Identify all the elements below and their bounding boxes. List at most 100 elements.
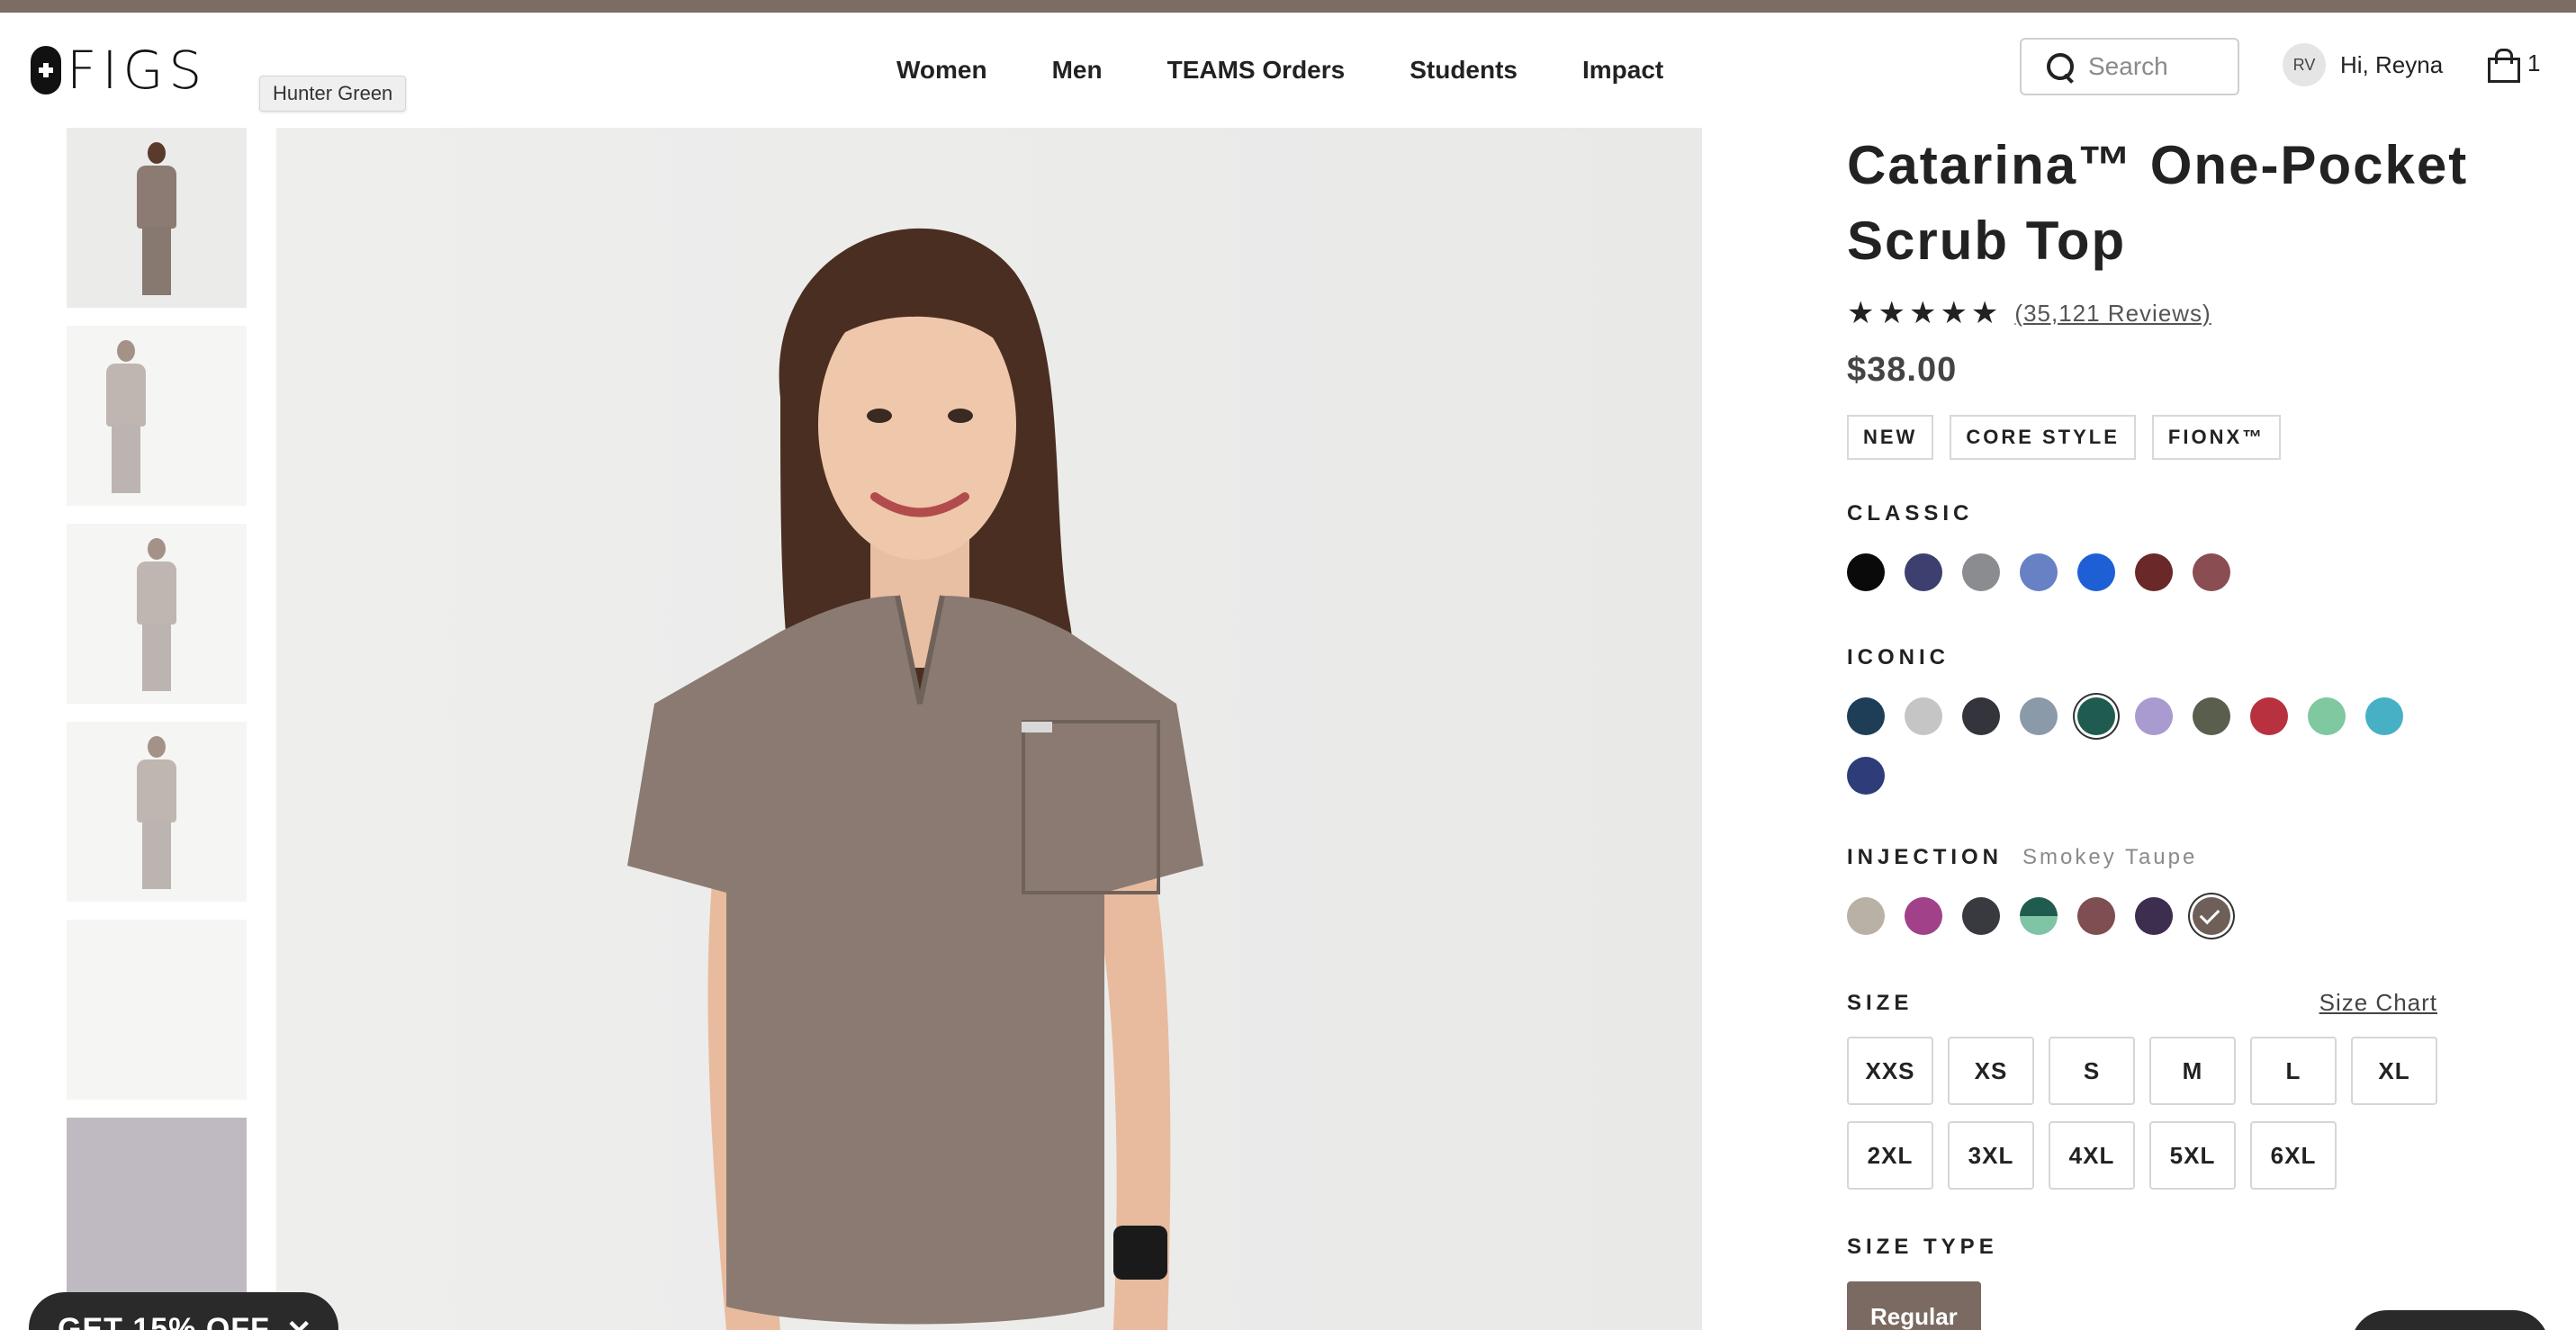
color-tooltip: Hunter Green [259,76,407,112]
thumbnail-figure [131,736,182,889]
user-greeting[interactable]: Hi, Reyna [2340,49,2443,81]
star-rating-icon: ★★★★★ [1847,296,2003,330]
product-info: Catarina™ One-Pocket Scrub Top ★★★★★ (35… [1847,128,2477,1330]
size-type-label: SIZE TYPE [1847,1235,1998,1259]
thumbnail-figure [131,142,182,295]
size-section: SIZE Size Chart XXS XS S M L XL 2XL 3XL 4XL 5XL 6X… [1847,989,2477,1190]
shopping-bag-icon [2488,49,2520,83]
close-icon[interactable]: ✕ [286,1314,313,1330]
size-label: SIZE [1847,990,1914,1015]
nav-item-students[interactable]: Students [1410,52,1518,88]
size-option-button[interactable]: M [2149,1037,2236,1105]
logo-text: FIGS [67,40,208,101]
product-title-line-1: Catarina™ One-Pocket [1847,135,2469,195]
size-option-button[interactable]: S [2049,1037,2135,1105]
main-product-image [276,128,1702,1330]
injection-color-swatch[interactable] [2193,897,2230,935]
thumbnail-figure [131,538,182,691]
injection-color-swatch[interactable] [2020,897,2058,935]
classic-color-swatch[interactable] [1962,553,2000,591]
size-option-button[interactable]: L [2250,1037,2337,1105]
thumbnail-side[interactable] [67,524,247,704]
iconic-color-swatch[interactable] [2193,697,2230,735]
iconic-color-swatch[interactable] [1962,697,2000,735]
classic-color-swatch[interactable] [2193,553,2230,591]
classic-color-swatch[interactable] [2135,553,2173,591]
nav-item-women[interactable]: Women [896,52,987,88]
figs-cross-icon [31,46,61,94]
product-price: $38.00 [1847,351,1958,389]
product-badges: NEW CORE STYLE FIONX™ [1847,415,2477,460]
classic-swatches [1847,553,2441,591]
nav-item-teams-orders[interactable]: TEAMS Orders [1167,52,1346,88]
thumbnail-front[interactable] [67,128,247,308]
nav-item-impact[interactable]: Impact [1582,52,1663,88]
badge-fionx: FIONX™ [2151,415,2282,460]
size-option-button[interactable]: XL [2351,1037,2437,1105]
shopping-bag-button[interactable]: 1 [2488,49,2541,83]
size-option-button[interactable]: XS [1948,1037,2034,1105]
injection-color-swatch[interactable] [2077,897,2115,935]
size-option-button[interactable]: 5XL [2149,1121,2236,1190]
bag-count: 1 [2527,49,2541,76]
promo-text: GET 15% OFF [58,1312,270,1330]
size-type-regular-button[interactable]: Regular [1847,1281,1981,1330]
iconic-color-swatch[interactable] [1847,757,1885,795]
thumbnail-cart[interactable] [67,326,247,506]
thumbnail-back[interactable] [67,722,247,902]
injection-colors-label: INJECTION Smokey Taupe [1847,845,2477,870]
iconic-color-swatch[interactable] [2020,697,2058,735]
iconic-color-swatch[interactable] [2308,697,2346,735]
size-header: SIZE Size Chart [1847,989,2437,1017]
classic-colors-label: CLASSIC [1847,501,1974,526]
avatar[interactable]: RV [2283,43,2326,86]
product-title: Catarina™ One-Pocket Scrub Top [1847,128,2477,279]
injection-color-swatch[interactable] [1847,897,1885,935]
product-rating: ★★★★★ (35,121 Reviews) [1847,295,2477,331]
search-icon [2045,51,2076,82]
iconic-color-swatch[interactable] [2077,697,2115,735]
size-option-button[interactable]: 2XL [1847,1121,1933,1190]
iconic-colors-section: ICONIC [1847,645,2477,795]
discount-promo-pill[interactable]: GET 15% OFF ✕ [29,1292,338,1330]
product-title-line-2: Scrub Top [1847,211,2127,271]
size-type-section: SIZE TYPE Regular [1847,1235,2477,1330]
injection-label-text: INJECTION [1847,845,2004,869]
size-option-button[interactable]: XXS [1847,1037,1933,1105]
classic-color-swatch[interactable] [2020,553,2058,591]
reviews-link[interactable]: (35,121 Reviews) [2014,300,2211,328]
main-nav: Women Men TEAMS Orders Students Impact [896,52,1728,88]
size-chart-link[interactable]: Size Chart [2319,989,2437,1017]
iconic-color-swatch[interactable] [2135,697,2173,735]
iconic-color-swatch[interactable] [2250,697,2288,735]
search-input[interactable] [2088,52,2223,81]
classic-colors-section: CLASSIC [1847,501,2477,591]
injection-color-swatch[interactable] [2135,897,2173,935]
iconic-color-swatch[interactable] [1905,697,1942,735]
model-illustration [276,128,1702,1330]
classic-color-swatch[interactable] [1847,553,1885,591]
thumbnail-figure [101,340,151,493]
nav-item-men[interactable]: Men [1052,52,1103,88]
selected-color-name: Smokey Taupe [2022,845,2198,869]
iconic-color-swatch[interactable] [1847,697,1885,735]
thumbnail-pocket-detail[interactable] [67,920,247,1100]
badge-new: NEW [1847,415,1934,460]
injection-color-swatch[interactable] [1962,897,2000,935]
iconic-swatches [1847,697,2441,795]
injection-swatches [1847,897,2441,935]
size-option-button[interactable]: 3XL [1948,1121,2034,1190]
size-options: XXS XS S M L XL 2XL 3XL 4XL 5XL 6XL [1847,1037,2459,1190]
size-option-button[interactable]: 6XL [2250,1121,2337,1190]
size-option-button[interactable]: 4XL [2049,1121,2135,1190]
badge-core-style: CORE STYLE [1950,415,2136,460]
iconic-color-swatch[interactable] [2365,697,2403,735]
figs-logo[interactable]: FIGS [31,43,207,97]
thumbnail-fabric-detail[interactable] [67,1118,247,1298]
product-thumbnails [67,128,247,1316]
injection-color-swatch[interactable] [1905,897,1942,935]
iconic-colors-label: ICONIC [1847,645,1950,669]
search-box[interactable] [2020,38,2239,95]
classic-color-swatch[interactable] [1905,553,1942,591]
classic-color-swatch[interactable] [2077,553,2115,591]
